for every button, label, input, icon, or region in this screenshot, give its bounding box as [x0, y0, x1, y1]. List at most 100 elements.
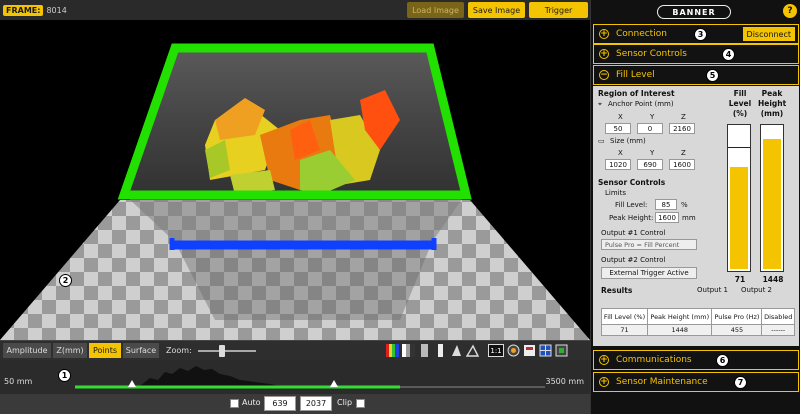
axis-x-label: X	[618, 149, 623, 157]
results-table: Fill Level (%) Peak Height (mm) Pulse Pr…	[600, 308, 795, 336]
section-sensor-controls[interactable]: + Sensor Controls 4	[593, 44, 799, 64]
trigger-button[interactable]: Trigger	[529, 2, 588, 18]
gauge-peak-title-1: Peak	[761, 89, 783, 98]
output1-header: Output 1	[697, 286, 728, 294]
output1-control-select[interactable]: Pulse Pro = Fill Percent	[601, 239, 697, 250]
output2-control-button[interactable]: External Trigger Active	[601, 267, 697, 279]
peak-height-gauge	[760, 124, 784, 272]
results-value-pulse-pro: 455	[711, 324, 763, 336]
color-palette-icon[interactable]	[386, 344, 399, 357]
section-sensor-maintenance[interactable]: + Sensor Maintenance 7	[593, 372, 799, 392]
results-header-pulse-pro: Pulse Pro (Hz)	[711, 308, 763, 325]
top-bar: FRAME: 8014 Load Image Save Image Trigge…	[0, 0, 590, 20]
zoom-label: Zoom:	[166, 346, 192, 355]
gradient-bar-icon[interactable]	[418, 344, 431, 357]
size-y-input[interactable]: 690	[637, 159, 663, 170]
zoom-slider-thumb[interactable]	[219, 345, 225, 357]
gauge-fill-title-1: Fill	[733, 89, 747, 98]
peak-height-gauge-bar	[763, 139, 781, 269]
tab-surface[interactable]: Surface	[123, 343, 159, 358]
axis-x-label: X	[618, 113, 623, 121]
calculator-icon[interactable]	[523, 344, 536, 357]
load-image-button[interactable]: Load Image	[407, 2, 464, 18]
range-max-input[interactable]: 2037	[300, 396, 332, 411]
callout-5: 5	[706, 69, 719, 82]
anchor-x-input[interactable]: 50	[605, 123, 631, 134]
axis-z-label: Z	[681, 149, 686, 157]
callout-7: 7	[734, 376, 747, 389]
section-title: Fill Level	[616, 70, 655, 80]
limits-label: Limits	[605, 189, 626, 197]
zoom-slider[interactable]	[198, 350, 256, 352]
anchor-y-input[interactable]: 0	[637, 123, 663, 134]
fill-level-gauge-bar	[730, 167, 748, 269]
output2-control-label: Output #2 Control	[601, 256, 666, 264]
crosshair-icon: ⌖	[598, 100, 602, 108]
tab-z-mm[interactable]: Z(mm)	[53, 343, 87, 358]
size-z-input[interactable]: 1600	[669, 159, 695, 170]
size-x-input[interactable]: 1020	[605, 159, 631, 170]
frame-label: FRAME:	[3, 4, 44, 16]
triangle-view-icon[interactable]	[466, 344, 479, 357]
size-label: Size (mm)	[610, 137, 646, 145]
fill-level-limit-label: Fill Level:	[615, 201, 648, 209]
axis-y-label: Y	[650, 113, 655, 121]
peak-height-limit-label: Peak Height:	[609, 214, 654, 222]
range-min-input[interactable]: 639	[264, 396, 296, 411]
tab-points[interactable]: Points	[89, 343, 121, 358]
gauge-fill-title-3: (%)	[732, 109, 748, 118]
fullscreen-icon[interactable]	[555, 344, 568, 357]
reset-view-icon[interactable]	[507, 344, 520, 357]
section-title: Communications	[616, 355, 692, 365]
peak-height-limit-input[interactable]: 1600	[655, 212, 679, 223]
help-icon[interactable]: ?	[783, 4, 797, 18]
clip-label: Clip	[337, 398, 353, 407]
view-toolbar: Amplitude Z(mm) Points Surface Zoom: 1:1	[0, 340, 590, 360]
section-connection[interactable]: + Connection 3 Disconnect	[593, 24, 799, 44]
fill-level-content: Region of Interest ⌖ Anchor Point (mm) X…	[593, 86, 799, 346]
results-header-peak-height: Peak Height (mm)	[647, 308, 713, 325]
tab-amplitude[interactable]: Amplitude	[3, 343, 51, 358]
expand-icon: +	[599, 29, 609, 39]
clip-checkbox[interactable]	[356, 399, 365, 408]
section-title: Sensor Maintenance	[616, 377, 708, 387]
auto-label: Auto	[242, 398, 261, 407]
point-cloud-viewport[interactable]: 2	[0, 20, 590, 340]
disconnect-button[interactable]: Disconnect	[742, 27, 795, 41]
histogram-plot	[75, 366, 545, 389]
fill-level-limit-mark	[728, 147, 750, 148]
section-communications[interactable]: + Communications 6	[593, 350, 799, 370]
anchor-z-input[interactable]: 2160	[669, 123, 695, 134]
range-max-handle[interactable]	[330, 380, 338, 387]
callout-4: 4	[722, 48, 735, 61]
auto-checkbox[interactable]	[230, 399, 239, 408]
bar-icon[interactable]	[434, 344, 447, 357]
section-title: Sensor Controls	[616, 49, 687, 59]
callout-2: 2	[59, 274, 72, 287]
expand-icon: +	[599, 355, 609, 365]
results-value-disabled: ------	[761, 324, 795, 336]
fill-level-limit-input[interactable]: 85	[655, 199, 677, 210]
grid-view-icon[interactable]	[539, 344, 552, 357]
expand-icon: +	[599, 377, 609, 387]
peak-height-unit: mm	[682, 214, 696, 222]
section-fill-level[interactable]: − Fill Level 5	[593, 65, 799, 85]
fill-level-unit: %	[681, 201, 688, 209]
gauge-peak-title-3: (mm)	[760, 109, 784, 118]
results-value-row: 71 1448 455 ------	[600, 324, 795, 336]
banner-logo: BANNER	[657, 5, 731, 19]
range-controls: Auto 639 2037 Clip	[0, 394, 590, 414]
save-image-button[interactable]: Save Image	[468, 2, 525, 18]
results-header-disabled: Disabled	[761, 308, 795, 325]
grayscale-palette-icon[interactable]	[402, 344, 415, 357]
ratio-button[interactable]: 1:1	[488, 344, 504, 357]
results-value-fill-level: 71	[600, 324, 649, 336]
range-histogram[interactable]: 50 mm 3500 mm 1	[0, 360, 590, 394]
range-min-handle[interactable]	[128, 380, 136, 387]
perspective-icon[interactable]	[450, 344, 463, 357]
results-header-row: Fill Level (%) Peak Height (mm) Pulse Pr…	[600, 308, 795, 325]
roi-volume-side	[125, 195, 465, 242]
frame-counter: FRAME: 8014	[3, 3, 67, 17]
banner-header: BANNER ?	[591, 0, 800, 24]
results-header-fill-level: Fill Level (%)	[600, 308, 649, 325]
